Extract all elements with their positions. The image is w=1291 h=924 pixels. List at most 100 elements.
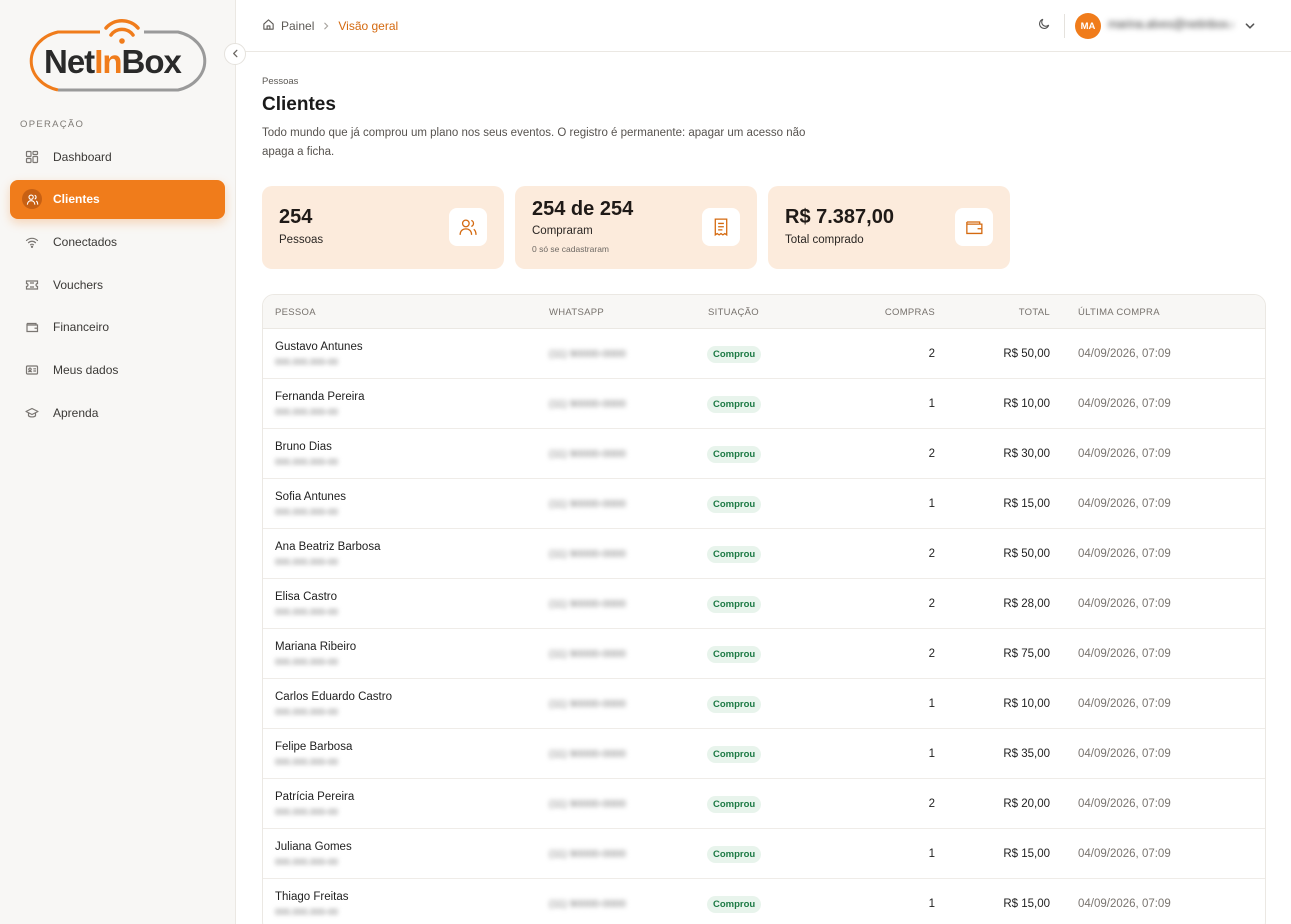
theme-toggle-button[interactable]: [1034, 16, 1054, 36]
column-header-pessoa[interactable]: PESSOA: [275, 307, 316, 318]
table-row[interactable]: Juliana Gomes 000.000.000-00 (11) 90000-00…: [263, 829, 1265, 879]
client-whatsapp: (11) 90000-0000: [549, 348, 626, 360]
client-whatsapp: (11) 90000-0000: [549, 548, 626, 560]
netinbox-logo[interactable]: NetInBox: [18, 18, 218, 96]
sidebar-item-label: Financeiro: [53, 320, 110, 335]
clients-table: PESSOA WHATSAPP SITUAÇÃO COMPRAS TOTAL Ú…: [262, 294, 1266, 924]
client-document: 000.000.000-00: [275, 907, 339, 917]
stat-label: Total comprado: [785, 234, 864, 246]
sidebar-item-label: Dashboard: [53, 149, 112, 164]
status-badge: Comprou: [707, 746, 762, 763]
client-name: Mariana Ribeiro: [275, 641, 357, 653]
purchase-count: 1: [928, 848, 935, 860]
graduation-cap-icon: [22, 403, 42, 423]
table-row[interactable]: Ana Beatriz Barbosa 000.000.000-00 (11) 90…: [263, 529, 1265, 579]
dashboard-icon: [22, 147, 42, 167]
last-purchase-date: 04/09/2026, 07:09: [1078, 548, 1171, 560]
table-row[interactable]: Bruno Dias 000.000.000-00 (11) 90000-0000 C…: [263, 429, 1265, 479]
status-badge: Comprou: [707, 896, 762, 913]
client-document: 000.000.000-00: [275, 857, 339, 867]
collapse-sidebar-button[interactable]: [224, 43, 246, 65]
sidebar-item-label: Conectados: [53, 234, 118, 249]
client-name: Ana Beatriz Barbosa: [275, 541, 381, 553]
sidebar-item-dashboard[interactable]: Dashboard: [10, 137, 225, 176]
sidebar-item-clientes[interactable]: Clientes: [10, 179, 225, 219]
client-document: 000.000.000-00: [275, 457, 339, 467]
client-name: Juliana Gomes: [275, 841, 352, 853]
client-document: 000.000.000-00: [275, 707, 339, 717]
table-row[interactable]: Fernanda Pereira 000.000.000-00 (11) 90000…: [263, 379, 1265, 429]
client-document: 000.000.000-00: [275, 607, 339, 617]
wifi-icon: [22, 232, 42, 252]
purchase-total: R$ 30,00: [1003, 448, 1050, 460]
client-document: 000.000.000-00: [275, 657, 339, 667]
purchase-total: R$ 10,00: [1003, 698, 1050, 710]
page-eyebrow: Pessoas: [262, 76, 299, 87]
column-header-total[interactable]: TOTAL: [1019, 307, 1050, 318]
sidebar-item-aprenda[interactable]: Aprenda: [10, 393, 225, 432]
user-email[interactable]: marina.alves@netinbox.com: [1108, 19, 1233, 31]
client-name: Gustavo Antunes: [275, 341, 363, 353]
client-whatsapp: (11) 90000-0000: [549, 848, 626, 860]
table-row[interactable]: Mariana Ribeiro 000.000.000-00 (11) 90000-…: [263, 629, 1265, 679]
last-purchase-date: 04/09/2026, 07:09: [1078, 748, 1171, 760]
sidebar-item-meus-dados[interactable]: Meus dados: [10, 350, 225, 389]
purchase-count: 1: [928, 898, 935, 910]
wallet-icon: [22, 317, 42, 337]
breadcrumb-home-label: Painel: [281, 19, 315, 33]
logo-text-box: Box: [121, 43, 182, 80]
client-name: Elisa Castro: [275, 591, 337, 603]
table-row[interactable]: Elisa Castro 000.000.000-00 (11) 90000-000…: [263, 579, 1265, 629]
client-name: Felipe Barbosa: [275, 741, 353, 753]
client-document: 000.000.000-00: [275, 407, 339, 417]
last-purchase-date: 04/09/2026, 07:09: [1078, 398, 1171, 410]
column-header-situacao[interactable]: SITUAÇÃO: [708, 307, 759, 318]
last-purchase-date: 04/09/2026, 07:09: [1078, 498, 1171, 510]
column-header-whatsapp[interactable]: WHATSAPP: [549, 307, 604, 318]
topbar: Painel Visão geral MA marina.alves@netin…: [236, 0, 1291, 52]
client-whatsapp: (11) 90000-0000: [549, 398, 626, 410]
table-row[interactable]: Patrícia Pereira 000.000.000-00 (11) 90000…: [263, 779, 1265, 829]
sidebar-item-label: Vouchers: [53, 277, 104, 292]
logo-text-net: Net: [44, 43, 95, 80]
client-name: Sofia Antunes: [275, 491, 346, 503]
stat-note: 0 só se cadastraram: [532, 244, 610, 254]
client-name: Bruno Dias: [275, 441, 332, 453]
purchase-count: 2: [928, 598, 935, 610]
users-icon: [22, 189, 42, 210]
purchase-total: R$ 50,00: [1003, 548, 1050, 560]
chevron-down-icon[interactable]: [1244, 19, 1256, 37]
home-icon: [262, 18, 281, 34]
last-purchase-date: 04/09/2026, 07:09: [1078, 448, 1171, 460]
client-document: 000.000.000-00: [275, 757, 339, 767]
topbar-divider: [1064, 14, 1065, 38]
column-header-compras[interactable]: COMPRAS: [885, 307, 935, 318]
sidebar-item-financeiro[interactable]: Financeiro: [10, 308, 225, 347]
client-document: 000.000.000-00: [275, 507, 339, 517]
user-avatar[interactable]: MA: [1075, 13, 1101, 39]
last-purchase-date: 04/09/2026, 07:09: [1078, 348, 1171, 360]
table-row[interactable]: Carlos Eduardo Castro 000.000.000-00 (11) …: [263, 679, 1265, 729]
sidebar-item-label: Meus dados: [53, 362, 119, 377]
receipt-icon: [702, 208, 740, 246]
chevron-right-icon: [322, 22, 330, 30]
client-whatsapp: (11) 90000-0000: [549, 798, 626, 810]
breadcrumb-home-link[interactable]: Painel: [262, 18, 314, 34]
stats-row: 254 Pessoas 254 de 254 Compraram 0 só se…: [262, 186, 1021, 269]
last-purchase-date: 04/09/2026, 07:09: [1078, 598, 1171, 610]
table-row[interactable]: Thiago Freitas 000.000.000-00 (11) 90000-0…: [263, 879, 1265, 924]
table-row[interactable]: Gustavo Antunes 000.000.000-00 (11) 90000-…: [263, 329, 1265, 379]
purchase-count: 1: [928, 498, 935, 510]
column-header-ultima-compra[interactable]: ÚLTIMA COMPRA: [1078, 307, 1160, 318]
purchase-total: R$ 15,00: [1003, 848, 1050, 860]
client-document: 000.000.000-00: [275, 557, 339, 567]
sidebar-item-vouchers[interactable]: Vouchers: [10, 265, 225, 304]
purchase-count: 2: [928, 648, 935, 660]
table-row[interactable]: Sofia Antunes 000.000.000-00 (11) 90000-00…: [263, 479, 1265, 529]
stat-value: 254: [279, 206, 313, 228]
purchase-total: R$ 15,00: [1003, 898, 1050, 910]
table-row[interactable]: Felipe Barbosa 000.000.000-00 (11) 90000-0…: [263, 729, 1265, 779]
client-document: 000.000.000-00: [275, 807, 339, 817]
client-name: Patrícia Pereira: [275, 791, 355, 803]
sidebar-item-conectados[interactable]: Conectados: [10, 222, 225, 261]
